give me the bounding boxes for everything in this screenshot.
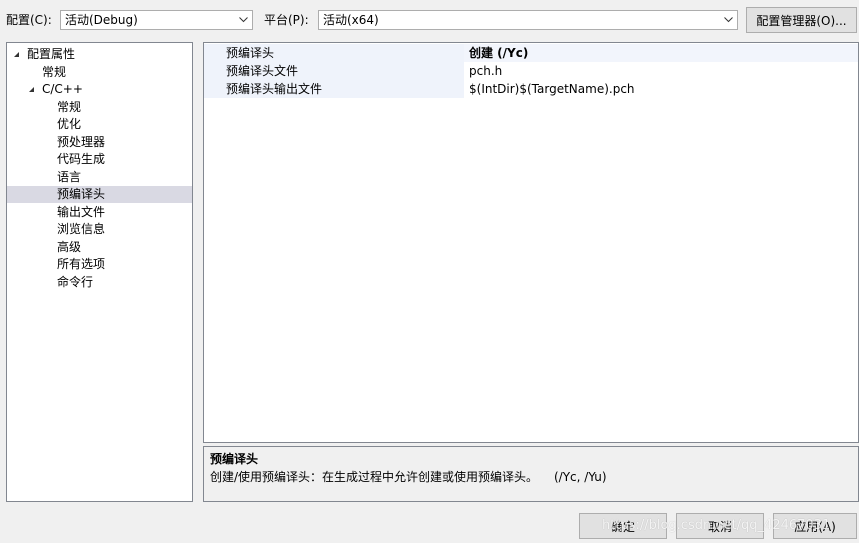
tree-item-label: 常规	[57, 99, 82, 114]
description-switches: (/Yc, /Yu)	[554, 470, 607, 484]
property-row[interactable]: 预编译头 创建 (/Yc)	[204, 44, 858, 62]
tree-item[interactable]: 预处理器	[7, 134, 192, 151]
platform-select-value: 活动(x64)	[323, 13, 379, 27]
tree-item[interactable]: 输出文件	[7, 204, 192, 221]
property-grid: 预编译头 创建 (/Yc) 预编译头文件 pch.h 预编译头输出文件 $(IntDir)…	[203, 42, 859, 443]
tree-item[interactable]: 配置属性	[7, 46, 192, 63]
tree-item-label: C/C++	[42, 82, 83, 96]
description-pane: 预编译头 创建/使用预编译头：在生成过程中允许创建或使用预编译头。 (/Yc, …	[203, 446, 859, 502]
tree-item-label: 预处理器	[57, 134, 106, 149]
property-name: 预编译头输出文件	[204, 80, 464, 98]
tree-item[interactable]: C/C++	[7, 81, 192, 98]
tree-item-label: 代码生成	[57, 152, 106, 166]
tree-item[interactable]: 浏览信息	[7, 221, 192, 238]
tree-item[interactable]: 所有选项	[7, 256, 192, 273]
platform-label: 平台(P):	[264, 13, 309, 27]
property-row[interactable]: 预编译头文件 pch.h	[204, 62, 858, 80]
tree-item[interactable]: 高级	[7, 239, 192, 256]
tree-item-label: 预编译头	[57, 187, 106, 201]
config-label: 配置(C):	[6, 13, 52, 27]
expanded-triangle-icon[interactable]	[26, 81, 36, 98]
expanded-triangle-icon[interactable]	[11, 46, 21, 63]
property-row[interactable]: 预编译头输出文件 $(IntDir)$(TargetName).pch	[204, 80, 858, 98]
property-name: 预编译头文件	[204, 62, 464, 80]
property-value[interactable]: 创建 (/Yc)	[465, 44, 858, 62]
property-value[interactable]: $(IntDir)$(TargetName).pch	[465, 80, 858, 98]
chevron-down-icon	[719, 11, 737, 29]
tree-item[interactable]: 常规	[7, 64, 192, 81]
tree-item[interactable]: 代码生成	[7, 151, 192, 168]
description-title: 预编译头	[210, 452, 259, 466]
tree-item[interactable]: 预编译头	[7, 186, 192, 203]
tree-item[interactable]: 语言	[7, 169, 192, 186]
platform-select[interactable]: 活动(x64)	[318, 10, 738, 30]
config-select[interactable]: 活动(Debug)	[60, 10, 253, 30]
watermark: https://blog.csdn.net/qq_42467031	[602, 518, 831, 533]
tree-item[interactable]: 优化	[7, 116, 192, 133]
description-text: 创建/使用预编译头：在生成过程中允许创建或使用预编译头。	[210, 470, 539, 484]
config-select-value: 活动(Debug)	[65, 13, 138, 27]
tree-item-label: 高级	[57, 239, 82, 254]
tree-item[interactable]: 常规	[7, 99, 192, 116]
chevron-down-icon	[234, 11, 252, 29]
tree-item-label: 常规	[42, 64, 67, 79]
tree-item-label: 语言	[57, 169, 82, 184]
tree-item[interactable]: 命令行	[7, 274, 192, 291]
property-value[interactable]: pch.h	[465, 62, 858, 80]
property-name: 预编译头	[204, 44, 464, 62]
config-manager-button[interactable]: 配置管理器(O)...	[746, 7, 857, 33]
tree-item-label: 命令行	[57, 274, 94, 289]
property-tree: 配置属性常规 C/C++ 常规优化预处理器代码生成语言预编译头输出文件浏览信息高级所…	[6, 42, 193, 502]
tree-item-label: 配置属性	[27, 47, 76, 61]
tree-item-label: 优化	[57, 117, 82, 131]
tree-item-label: 浏览信息	[57, 222, 106, 236]
tree-item-label: 输出文件	[57, 204, 106, 219]
tree-item-label: 所有选项	[57, 257, 106, 271]
